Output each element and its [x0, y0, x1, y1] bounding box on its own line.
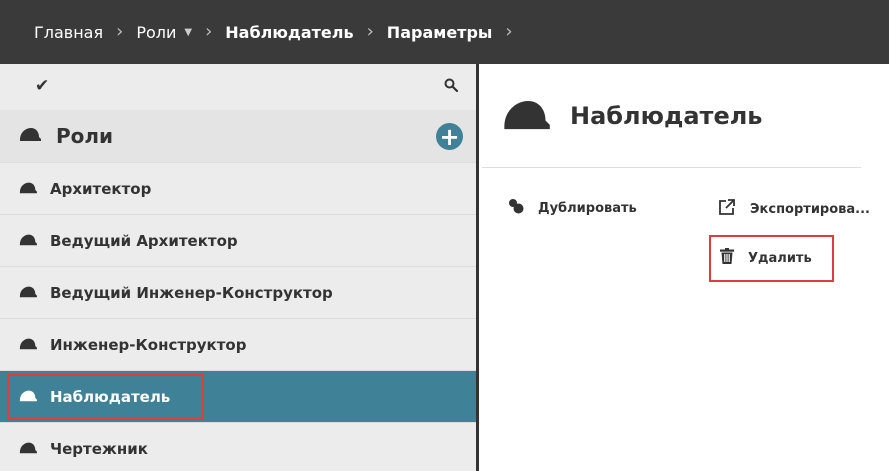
delete-button[interactable]: Удалить: [720, 248, 812, 268]
breadcrumb-separator-icon: ›: [505, 21, 513, 42]
list-item-label: Наблюдатель: [50, 387, 171, 406]
list-item-label: Инженер-Конструктор: [50, 335, 247, 354]
hard-hat-icon: [18, 232, 38, 250]
duplicate-icon: [508, 198, 524, 218]
breadcrumb-separator-icon: ›: [366, 21, 374, 42]
list-item-label: Ведущий Архитектор: [50, 231, 238, 250]
list-item[interactable]: Чертежник: [0, 422, 476, 471]
breadcrumb-separator-icon: ›: [116, 21, 124, 42]
main-panel: Наблюдатель Дублировать Экспортирова...: [482, 64, 889, 471]
breadcrumb: Главная › Роли ▼ › Наблюдатель › Парамет…: [0, 0, 889, 64]
check-icon[interactable]: ✔: [35, 76, 49, 96]
list-item-label: Ведущий Инженер-Конструктор: [50, 283, 333, 302]
hard-hat-icon: [18, 336, 38, 354]
main-header: Наблюдатель: [482, 64, 861, 168]
list-item-selected[interactable]: Наблюдатель: [0, 370, 476, 422]
hard-hat-icon: [18, 180, 38, 198]
breadcrumb-observer[interactable]: Наблюдатель: [225, 23, 353, 42]
breadcrumb-home[interactable]: Главная: [34, 23, 103, 42]
search-icon[interactable]: [444, 77, 459, 96]
breadcrumb-roles[interactable]: Роли: [136, 23, 176, 42]
hard-hat-icon: [18, 126, 42, 146]
roles-sidebar: ✔ Роли + Архитектор Ведущий Архитектор В…: [0, 64, 479, 471]
breadcrumb-parameters[interactable]: Параметры: [387, 23, 493, 42]
list-item-label: Архитектор: [50, 179, 152, 198]
page-title: Наблюдатель: [570, 101, 763, 130]
trash-icon: [720, 248, 734, 268]
export-label: Экспортирова...: [750, 201, 870, 217]
roles-section-header: Роли +: [0, 110, 476, 162]
chevron-down-icon[interactable]: ▼: [184, 27, 192, 38]
duplicate-button[interactable]: Дублировать: [508, 198, 637, 218]
list-item[interactable]: Архитектор: [0, 162, 476, 214]
hard-hat-icon: [18, 388, 38, 406]
hard-hat-icon: [18, 440, 38, 458]
breadcrumb-separator-icon: ›: [205, 21, 213, 42]
duplicate-label: Дублировать: [538, 200, 637, 216]
list-item-label: Чертежник: [50, 439, 148, 458]
list-item[interactable]: Инженер-Конструктор: [0, 318, 476, 370]
sidebar-toolbar: ✔: [0, 64, 476, 110]
hard-hat-icon: [18, 284, 38, 302]
export-button[interactable]: Экспортирова...: [718, 198, 870, 220]
add-role-button[interactable]: +: [436, 123, 463, 150]
export-icon: [718, 198, 736, 220]
list-item[interactable]: Ведущий Архитектор: [0, 214, 476, 266]
hard-hat-icon: [500, 96, 552, 136]
delete-label: Удалить: [748, 250, 812, 266]
list-item[interactable]: Ведущий Инженер-Конструктор: [0, 266, 476, 318]
roles-title: Роли: [56, 124, 114, 148]
